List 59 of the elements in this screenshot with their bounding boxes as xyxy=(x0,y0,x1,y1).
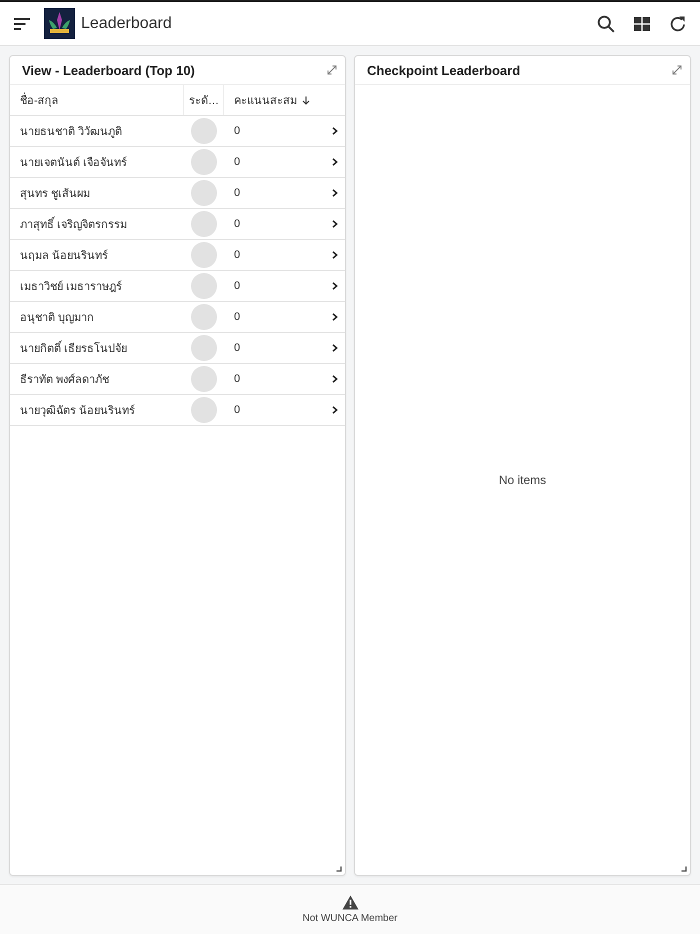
panel-title: Checkpoint Leaderboard xyxy=(367,62,522,78)
name-cell-text: นายเจตนันต์ เจือจันทร์ xyxy=(19,156,128,171)
expand-icon[interactable] xyxy=(327,65,337,75)
score-cell-text: 0 xyxy=(233,249,242,261)
avatar-icon xyxy=(191,397,217,423)
name-cell-text: นายธนชาติ วิวัฒนภูติ xyxy=(19,125,124,140)
chevron-right-icon[interactable] xyxy=(332,406,338,414)
chevron-right-icon[interactable] xyxy=(332,344,338,352)
score-cell-text: 0 xyxy=(233,187,242,199)
resize-grip-icon[interactable] xyxy=(681,866,687,872)
warning-icon xyxy=(342,895,358,910)
avatar-icon xyxy=(191,211,217,237)
chevron-right-icon[interactable] xyxy=(332,375,338,383)
chevron-right-icon[interactable] xyxy=(332,189,338,197)
chevron-right-icon[interactable] xyxy=(332,282,338,290)
chevron-right-icon[interactable] xyxy=(332,127,338,135)
chevron-right-icon[interactable] xyxy=(332,313,338,321)
sort-arrow-icon xyxy=(302,96,310,104)
score-cell-text: 0 xyxy=(233,218,242,230)
score-cell-text: 0 xyxy=(233,404,242,416)
avatar-icon xyxy=(191,273,217,299)
avatar-icon xyxy=(191,366,217,392)
name-cell-text: ธีราทัต พงศ์ลดาภัช xyxy=(19,372,110,388)
membership-status-text: Not WUNCA Member xyxy=(302,913,398,924)
name-cell-text: สุนทร ชูเส้นผม xyxy=(19,187,92,202)
column-header[interactable]: ระดั… xyxy=(184,85,224,115)
avatar-icon xyxy=(191,335,217,361)
avatar-icon xyxy=(191,242,217,268)
chevron-right-icon[interactable] xyxy=(332,158,338,166)
score-cell-text: 0 xyxy=(233,156,242,168)
score-cell-text: 0 xyxy=(233,342,242,354)
name-cell-text: เมธาวิชย์ เมธาราษฎร์ xyxy=(19,280,124,295)
column-header[interactable]: ชื่อ-สกุล xyxy=(10,85,184,115)
name-cell-text: อนุชาติ บุญมาก xyxy=(19,311,96,326)
score-cell-text: 0 xyxy=(233,280,242,292)
resize-grip-icon[interactable] xyxy=(336,866,342,872)
name-cell-text: นายวุฒิฉัตร น้อยนรินทร์ xyxy=(19,404,136,419)
score-cell-text: 0 xyxy=(233,373,242,385)
grid-icon[interactable] xyxy=(633,14,651,32)
empty-message: No items xyxy=(498,473,546,487)
search-icon[interactable] xyxy=(597,14,615,32)
avatar-icon xyxy=(191,118,217,144)
chevron-right-icon[interactable] xyxy=(332,251,338,259)
refresh-icon[interactable] xyxy=(669,14,687,32)
name-cell-text: นฤมล น้อยนรินทร์ xyxy=(19,248,110,264)
score-cell-text: 0 xyxy=(233,311,242,323)
chevron-right-icon[interactable] xyxy=(332,220,338,228)
score-cell-text: 0 xyxy=(233,125,242,137)
avatar-icon xyxy=(191,304,217,330)
app-title: Leaderboard xyxy=(81,14,172,32)
avatar-icon xyxy=(191,180,217,206)
menu-icon[interactable] xyxy=(13,16,31,30)
avatar-icon xyxy=(191,149,217,175)
name-cell: ภาสุทธิ์ เจริญจิตรกรรม xyxy=(10,215,184,233)
column-header[interactable]: คะแนนสะสม xyxy=(224,85,345,115)
expand-icon[interactable] xyxy=(672,65,682,75)
logo-icon xyxy=(44,8,75,39)
name-cell: นายกิตติ์ เธียรธโนปจัย xyxy=(10,339,184,357)
panel-title: View - Leaderboard (Top 10) xyxy=(22,62,196,78)
